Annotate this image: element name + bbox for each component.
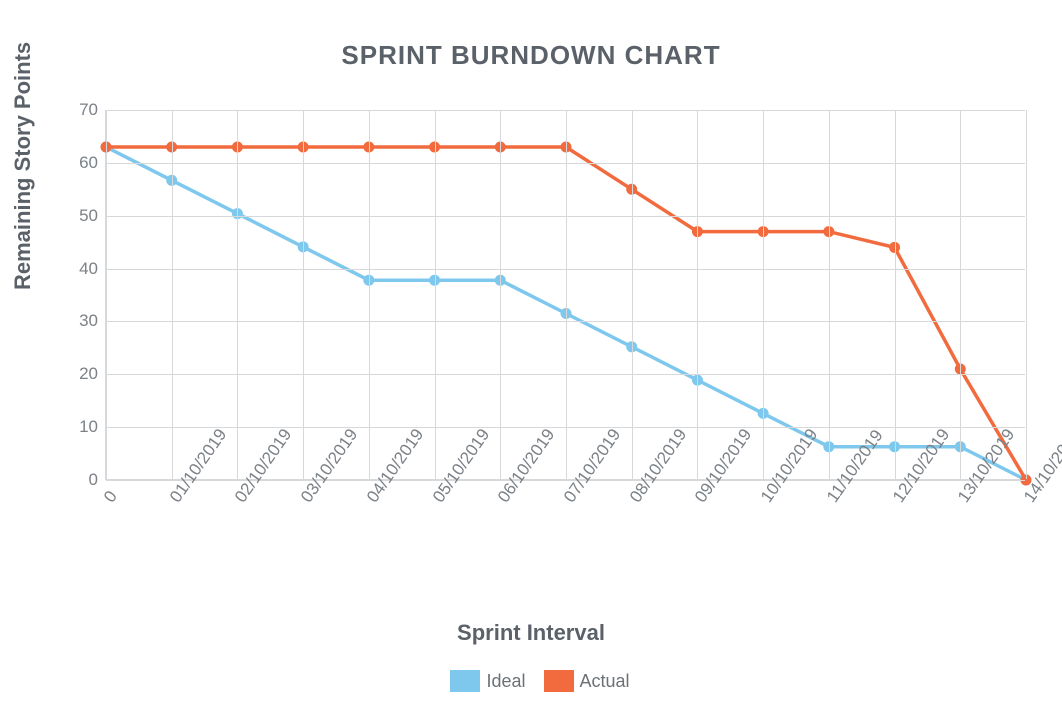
y-tick-label: 30 bbox=[79, 311, 98, 331]
legend-label: Actual bbox=[580, 671, 630, 691]
gridline-v bbox=[697, 110, 698, 479]
legend-swatch bbox=[450, 670, 480, 692]
gridline-v bbox=[960, 110, 961, 479]
gridline-v bbox=[500, 110, 501, 479]
y-tick-label: 50 bbox=[79, 206, 98, 226]
gridline-v bbox=[435, 110, 436, 479]
y-tick-label: 10 bbox=[79, 417, 98, 437]
y-tick-label: 70 bbox=[79, 100, 98, 120]
legend-swatch bbox=[544, 670, 574, 692]
y-axis-label: Remaining Story Points bbox=[10, 42, 36, 290]
x-axis-label: Sprint Interval bbox=[0, 620, 1062, 646]
gridline-v bbox=[829, 110, 830, 479]
y-tick-label: 60 bbox=[79, 153, 98, 173]
legend-label: Ideal bbox=[486, 671, 525, 691]
chart-title: SPRINT BURNDOWN CHART bbox=[0, 40, 1062, 71]
x-tick-label: 0 bbox=[100, 487, 122, 506]
legend: Ideal Actual bbox=[0, 670, 1062, 692]
burndown-chart: SPRINT BURNDOWN CHART Remaining Story Po… bbox=[0, 0, 1062, 728]
gridline-v bbox=[566, 110, 567, 479]
gridline-v bbox=[106, 110, 107, 479]
y-tick-label: 20 bbox=[79, 364, 98, 384]
gridline-v bbox=[369, 110, 370, 479]
gridline-v bbox=[237, 110, 238, 479]
gridline-v bbox=[1026, 110, 1027, 479]
y-tick-label: 0 bbox=[89, 470, 98, 490]
plot-area: 010203040506070001/10/201902/10/201903/1… bbox=[105, 110, 1025, 480]
gridline-v bbox=[763, 110, 764, 479]
gridline-v bbox=[172, 110, 173, 479]
gridline-v bbox=[895, 110, 896, 479]
gridline-v bbox=[632, 110, 633, 479]
gridline-v bbox=[303, 110, 304, 479]
y-tick-label: 40 bbox=[79, 259, 98, 279]
